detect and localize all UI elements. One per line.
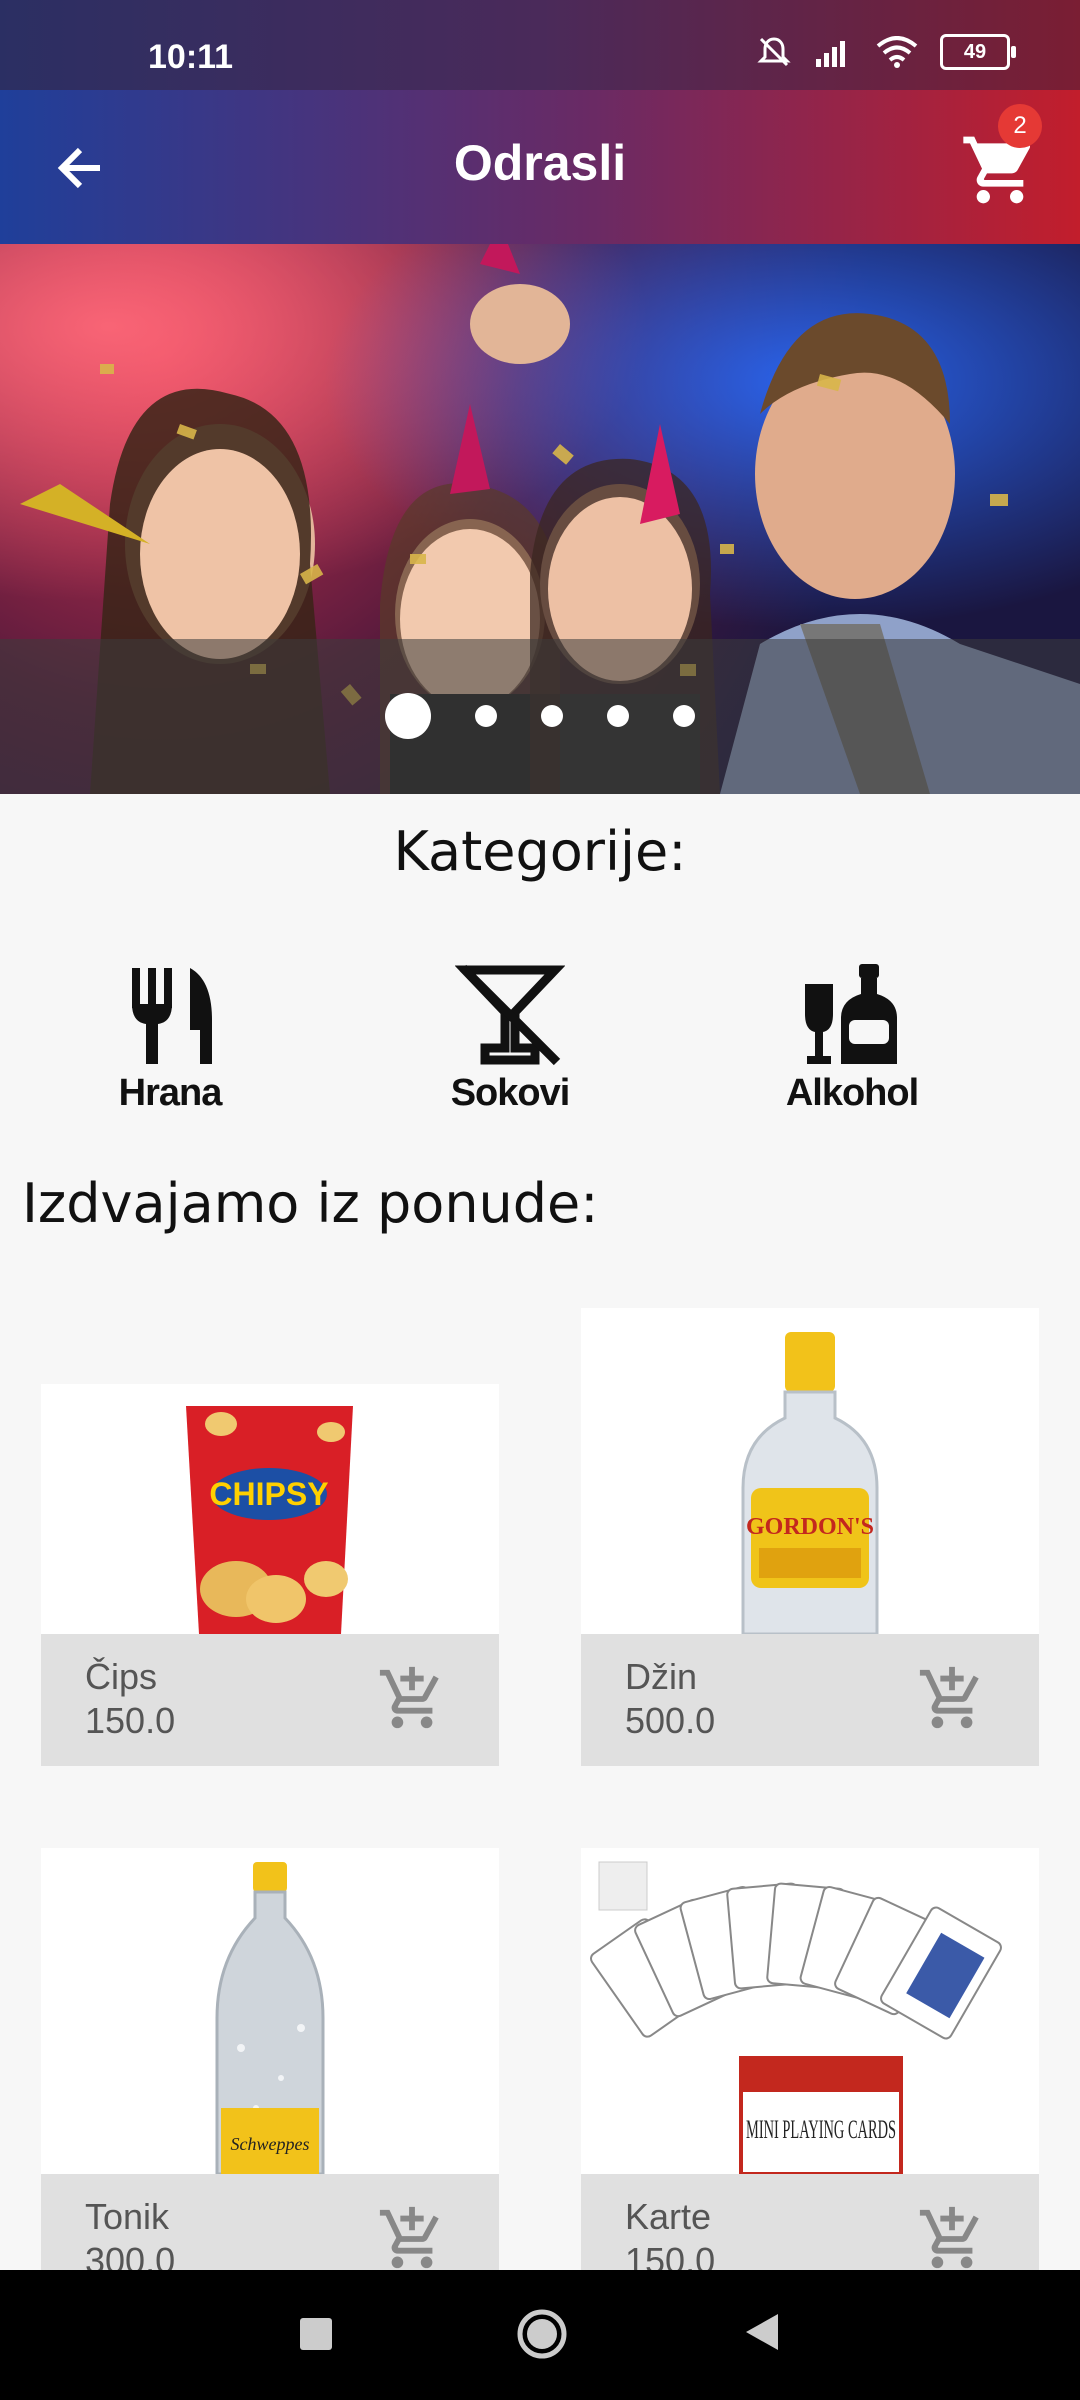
utensils-icon (132, 968, 212, 1064)
page-title: Odrasli (453, 135, 627, 191)
product-image: MINI PLAYING CARDS (590, 1861, 1002, 2174)
product-name: Čips (85, 1656, 158, 1697)
category-list: Hrana Sokovi Alkohol (0, 960, 1080, 1130)
product-image-label: Schweppes (231, 2134, 310, 2154)
product-price: 150.0 (625, 2240, 716, 2270)
carousel-dot[interactable] (541, 705, 563, 727)
category-label: Alkohol (785, 1072, 919, 1114)
cart-count-badge: 2 (998, 104, 1042, 148)
carousel-dot[interactable] (673, 705, 695, 727)
product-image-label: GORDON'S (746, 1514, 874, 1540)
status-bar: 10:11 49 (0, 0, 1080, 90)
product-image: GORDON'S (741, 1332, 879, 1634)
add-to-cart-icon[interactable] (377, 2204, 447, 2270)
featured-title: Izdvajamo iz ponude: (22, 1172, 599, 1235)
product-footer: Karte 150.0 (581, 2174, 1039, 2270)
product-image: CHIPSY (186, 1406, 353, 1634)
product-image-label: MINI PLAYING CARDS (746, 2115, 896, 2144)
home-button[interactable] (516, 2308, 568, 2360)
product-footer: Čips 150.0 (41, 1634, 499, 1766)
recent-apps-button[interactable] (300, 2318, 332, 2350)
product-price: 500.0 (625, 1700, 716, 1741)
categories-title: Kategorije: (393, 820, 687, 883)
cart-button[interactable]: 2 (960, 104, 1050, 210)
product-footer: Džin 500.0 (581, 1634, 1039, 1766)
carousel-dot[interactable] (475, 705, 497, 727)
battery-indicator: 49 (940, 34, 1016, 70)
category-sokovi[interactable]: Sokovi (390, 960, 630, 1115)
product-card[interactable]: MINI PLAYING CARDS Karte 150.0 (581, 1848, 1039, 2270)
banner-carousel[interactable] (0, 244, 1080, 794)
product-card[interactable]: Schweppes Tonik 300.0 (41, 1848, 499, 2270)
status-icons: 49 (756, 34, 1016, 70)
category-label: Sokovi (450, 1072, 571, 1114)
signal-icon (816, 41, 845, 67)
app-bar: Odrasli 2 (0, 90, 1080, 244)
product-price: 300.0 (85, 2240, 176, 2270)
no-cocktail-icon (455, 964, 565, 1066)
product-name: Džin (625, 1656, 698, 1697)
product-name: Karte (625, 2196, 712, 2237)
category-label: Hrana (118, 1072, 223, 1114)
add-to-cart-icon[interactable] (917, 1664, 987, 1734)
system-back-button[interactable] (742, 2310, 782, 2354)
category-alkohol[interactable]: Alkohol (732, 960, 972, 1115)
product-footer: Tonik 300.0 (41, 2174, 499, 2270)
carousel-dot[interactable] (607, 705, 629, 727)
product-price: 150.0 (85, 1700, 176, 1741)
category-hrana[interactable]: Hrana (50, 960, 290, 1115)
system-navigation-bar (0, 2270, 1080, 2400)
carousel-dot[interactable] (385, 693, 431, 739)
product-card[interactable]: CHIPSY Čips 150.0 (41, 1384, 499, 1766)
carousel-dots (0, 693, 1080, 739)
wifi-icon (876, 36, 918, 68)
product-card[interactable]: GORDON'S Džin 500.0 (581, 1308, 1039, 1766)
add-to-cart-icon[interactable] (917, 2204, 987, 2270)
add-to-cart-icon[interactable] (377, 1664, 447, 1734)
status-time: 10:11 (148, 38, 234, 76)
product-name: Tonik (85, 2196, 170, 2237)
wine-bottle-icon (805, 964, 897, 1064)
product-image: Schweppes (215, 1862, 325, 2174)
product-image-label: CHIPSY (209, 1476, 328, 1512)
mute-icon (757, 37, 791, 67)
